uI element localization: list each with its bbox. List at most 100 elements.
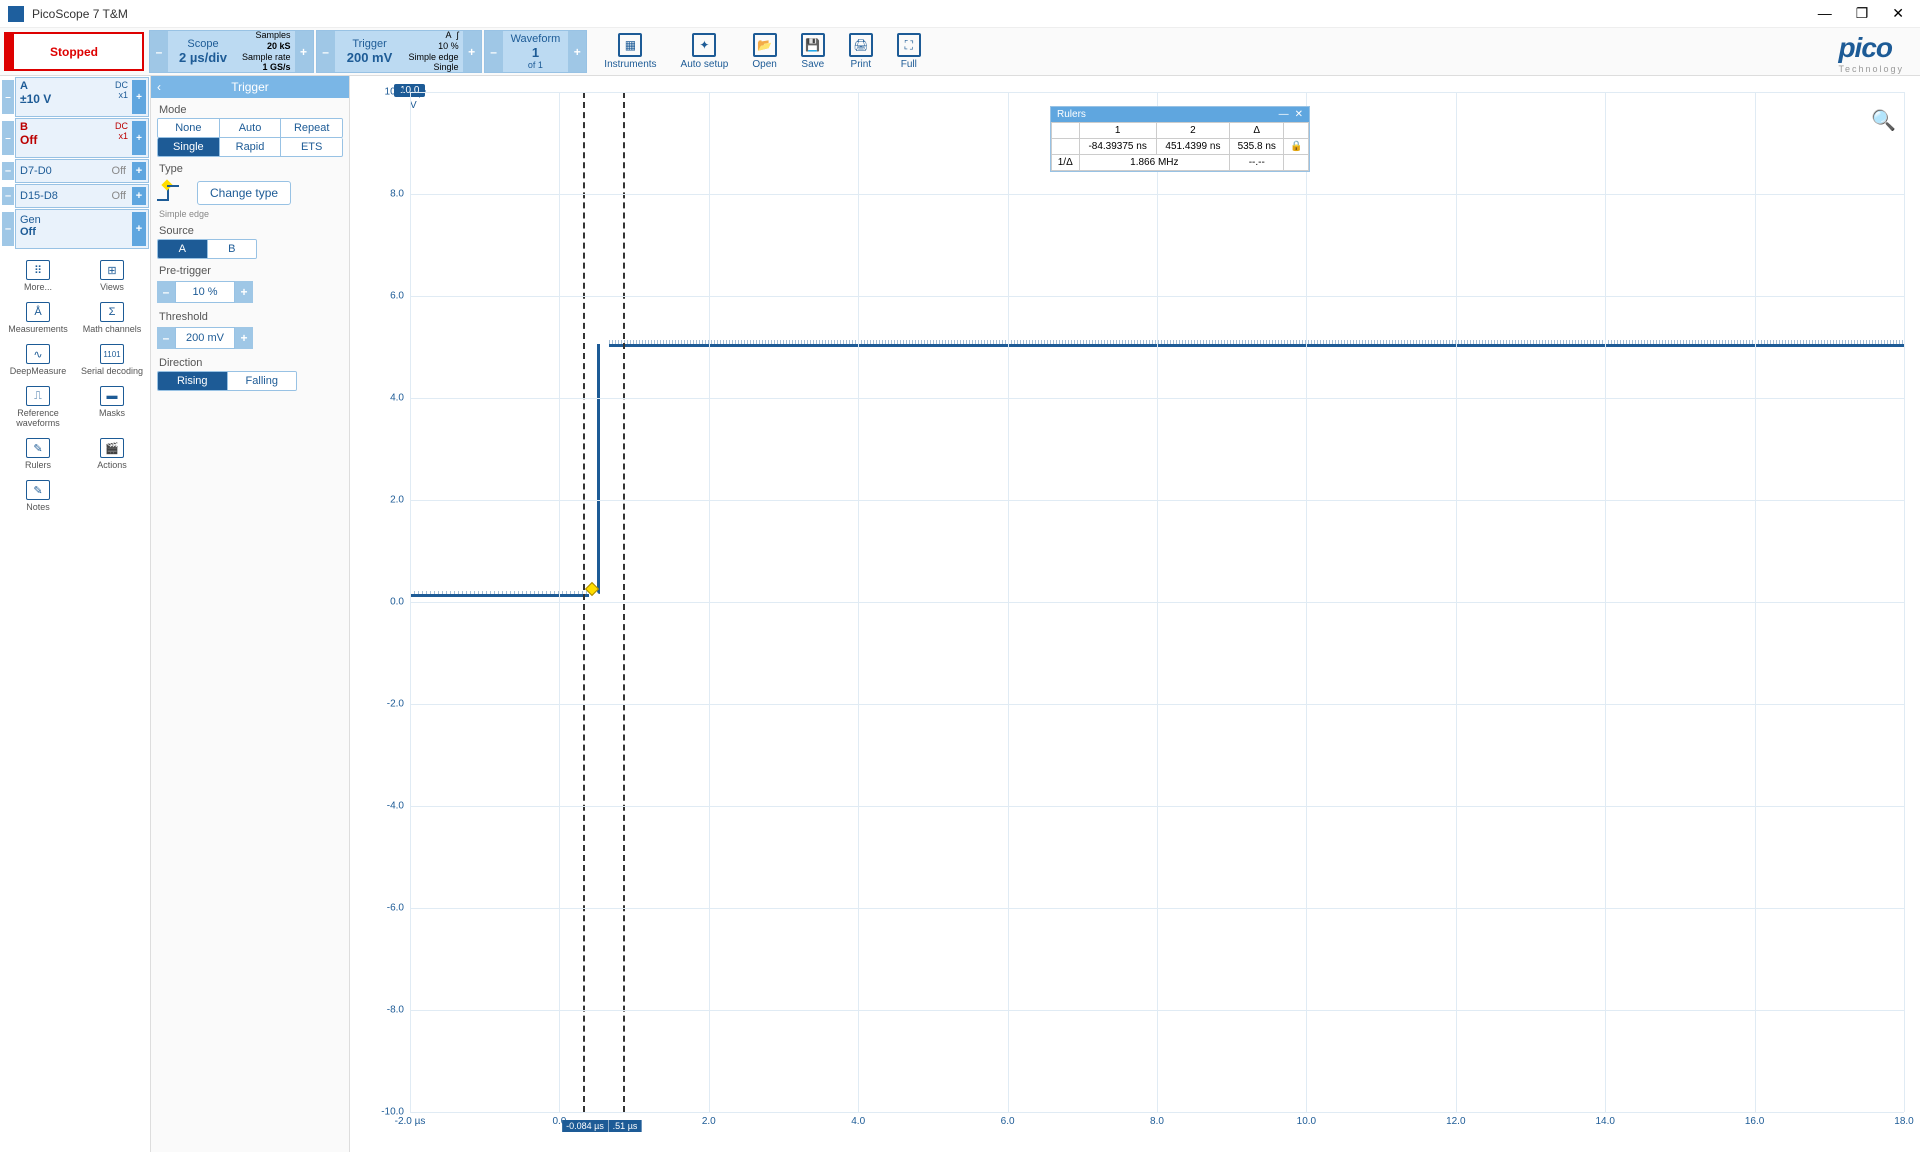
- digital-d15d8-strip[interactable]: D15-D8Off + –: [15, 184, 149, 208]
- timebase-increase-button[interactable]: +: [295, 31, 313, 72]
- instruments-icon: ▦: [618, 33, 642, 57]
- channel-a-expand-button[interactable]: +: [132, 80, 146, 114]
- rulers-window[interactable]: Rulers —✕ 1 2 Δ -84.39375 ns 451.4399 ns…: [1050, 106, 1310, 172]
- ruler-2-badge: .51 µs: [609, 1120, 642, 1132]
- print-icon: 🖨: [849, 33, 873, 57]
- d7d0-expand-button[interactable]: +: [132, 162, 146, 180]
- x-tick: 18.0: [1894, 1116, 1913, 1127]
- window-controls: — ❐ ✕: [1818, 5, 1912, 22]
- mode-ets[interactable]: ETS: [281, 138, 342, 156]
- measurements-button[interactable]: ÅMeasurements: [2, 298, 74, 338]
- save-button[interactable]: 💾Save: [801, 33, 825, 70]
- refwaveforms-button[interactable]: ⎍Reference waveforms: [2, 382, 74, 432]
- channel-a-strip[interactable]: A ±10 V DCx1 + –: [15, 77, 149, 117]
- run-stop-button[interactable]: Stopped: [4, 32, 144, 71]
- actions-button[interactable]: 🎬Actions: [76, 434, 148, 474]
- waveform-body[interactable]: Waveform 1 of 1: [503, 31, 569, 72]
- d15d8-collapse-button[interactable]: –: [2, 187, 14, 205]
- mode-repeat[interactable]: Repeat: [281, 119, 342, 137]
- print-button[interactable]: 🖨Print: [849, 33, 873, 70]
- trigger-increase-button[interactable]: +: [463, 31, 481, 72]
- channel-b-expand-button[interactable]: +: [132, 121, 146, 155]
- threshold-dec[interactable]: –: [157, 327, 175, 349]
- threshold-inc[interactable]: +: [235, 327, 253, 349]
- pretrigger-label: Pre-trigger: [151, 259, 349, 279]
- pretrigger-inc[interactable]: +: [235, 281, 253, 303]
- trigger-body[interactable]: Trigger 200 mV: [335, 31, 405, 72]
- lock-icon[interactable]: 🔒: [1284, 139, 1309, 155]
- grid-icon: ⠿: [26, 260, 50, 280]
- trigger-panel-header[interactable]: ‹Trigger: [151, 76, 349, 98]
- brand-logo: pico Technology: [1822, 28, 1920, 75]
- maximize-button[interactable]: ❐: [1856, 5, 1869, 22]
- instruments-button[interactable]: ▦Instruments: [604, 33, 656, 70]
- rulers-button[interactable]: ✎Rulers: [2, 434, 74, 474]
- ruler-1-badge: -0.084 µs: [562, 1120, 608, 1132]
- direction-rising[interactable]: Rising: [158, 372, 228, 390]
- source-b[interactable]: B: [208, 240, 257, 258]
- mode-single[interactable]: Single: [158, 138, 220, 156]
- waveform-noise-high: [609, 340, 1904, 346]
- mode-row1: None Auto Repeat: [157, 118, 343, 138]
- gen-strip[interactable]: Gen Off + –: [15, 209, 149, 249]
- scope-body[interactable]: Scope 2 µs/div: [168, 31, 238, 72]
- digital-d7d0-strip[interactable]: D7-D0Off + –: [15, 159, 149, 183]
- rate-value: 1 GS/s: [242, 62, 291, 73]
- trigger-mode: Single: [409, 62, 459, 73]
- grid-line-v: [410, 92, 411, 1112]
- x-tick: 2.0: [702, 1116, 716, 1127]
- d15d8-expand-button[interactable]: +: [132, 187, 146, 205]
- waveform-next-button[interactable]: +: [568, 31, 586, 72]
- mode-none[interactable]: None: [158, 119, 220, 137]
- source-a[interactable]: A: [158, 240, 208, 258]
- edge-type-icon: [157, 181, 185, 205]
- channel-a-collapse-button[interactable]: –: [2, 80, 14, 114]
- rulers-table: 1 2 Δ -84.39375 ns 451.4399 ns 535.8 ns …: [1051, 122, 1309, 171]
- notes-button[interactable]: ✎Notes: [2, 476, 74, 516]
- channel-b-collapse-button[interactable]: –: [2, 121, 14, 155]
- source-label: Source: [151, 219, 349, 239]
- views-button[interactable]: ⊞Views: [76, 256, 148, 296]
- trigger-decrease-button[interactable]: –: [317, 31, 335, 72]
- x-tick: -2.0 µs: [395, 1116, 426, 1127]
- mode-auto[interactable]: Auto: [220, 119, 282, 137]
- minimize-button[interactable]: —: [1818, 5, 1832, 22]
- serialdecoding-button[interactable]: 1101Serial decoding: [76, 340, 148, 380]
- toolbar-icons: ▦Instruments ✦Auto setup 📂Open 💾Save 🖨Pr…: [588, 28, 937, 75]
- fullscreen-button[interactable]: ⛶Full: [897, 33, 921, 70]
- mode-rapid[interactable]: Rapid: [220, 138, 282, 156]
- waveform-prev-button[interactable]: –: [485, 31, 503, 72]
- waveform-chart[interactable]: 10.0 V 🔍 -0.084 µs .51 µs -10.0-8.0-6.0-…: [350, 76, 1920, 1152]
- mode-row2: Single Rapid ETS: [157, 138, 343, 157]
- minimize-icon[interactable]: —: [1279, 109, 1289, 120]
- deepmeasure-button[interactable]: ∿DeepMeasure: [2, 340, 74, 380]
- masks-button[interactable]: ▬Masks: [76, 382, 148, 432]
- more-button[interactable]: ⠿More...: [2, 256, 74, 296]
- delta-time: 535.8 ns: [1230, 139, 1284, 155]
- folder-open-icon: 📂: [753, 33, 777, 57]
- trigger-value: 200 mV: [343, 50, 397, 65]
- wand-icon: ✦: [692, 33, 716, 57]
- gen-expand-button[interactable]: +: [132, 212, 146, 246]
- d7d0-collapse-button[interactable]: –: [2, 162, 14, 180]
- channel-b-strip[interactable]: B Off DCx1 + –: [15, 118, 149, 158]
- ruler2-time: 451.4399 ns: [1156, 139, 1229, 155]
- close-icon[interactable]: ✕: [1295, 109, 1303, 120]
- pretrigger-dec[interactable]: –: [157, 281, 175, 303]
- waveform-rising-edge: [597, 344, 600, 594]
- timebase-decrease-button[interactable]: –: [150, 31, 168, 72]
- chart-area[interactable]: -0.084 µs .51 µs -10.0-8.0-6.0-4.0-2.00.…: [410, 92, 1904, 1112]
- direction-label: Direction: [151, 351, 349, 371]
- gen-collapse-button[interactable]: –: [2, 212, 14, 246]
- mathchannels-button[interactable]: ΣMath channels: [76, 298, 148, 338]
- direction-falling[interactable]: Falling: [228, 372, 297, 390]
- pretrigger-value[interactable]: 10 %: [175, 281, 235, 303]
- rulers-window-header[interactable]: Rulers —✕: [1051, 107, 1309, 122]
- samples-value: 20 kS: [242, 41, 291, 52]
- close-button[interactable]: ✕: [1892, 5, 1904, 22]
- open-button[interactable]: 📂Open: [752, 33, 776, 70]
- change-type-button[interactable]: Change type: [197, 181, 291, 205]
- autosetup-button[interactable]: ✦Auto setup: [681, 33, 729, 70]
- threshold-value[interactable]: 200 mV: [175, 327, 235, 349]
- trigger-title: Trigger: [343, 38, 397, 50]
